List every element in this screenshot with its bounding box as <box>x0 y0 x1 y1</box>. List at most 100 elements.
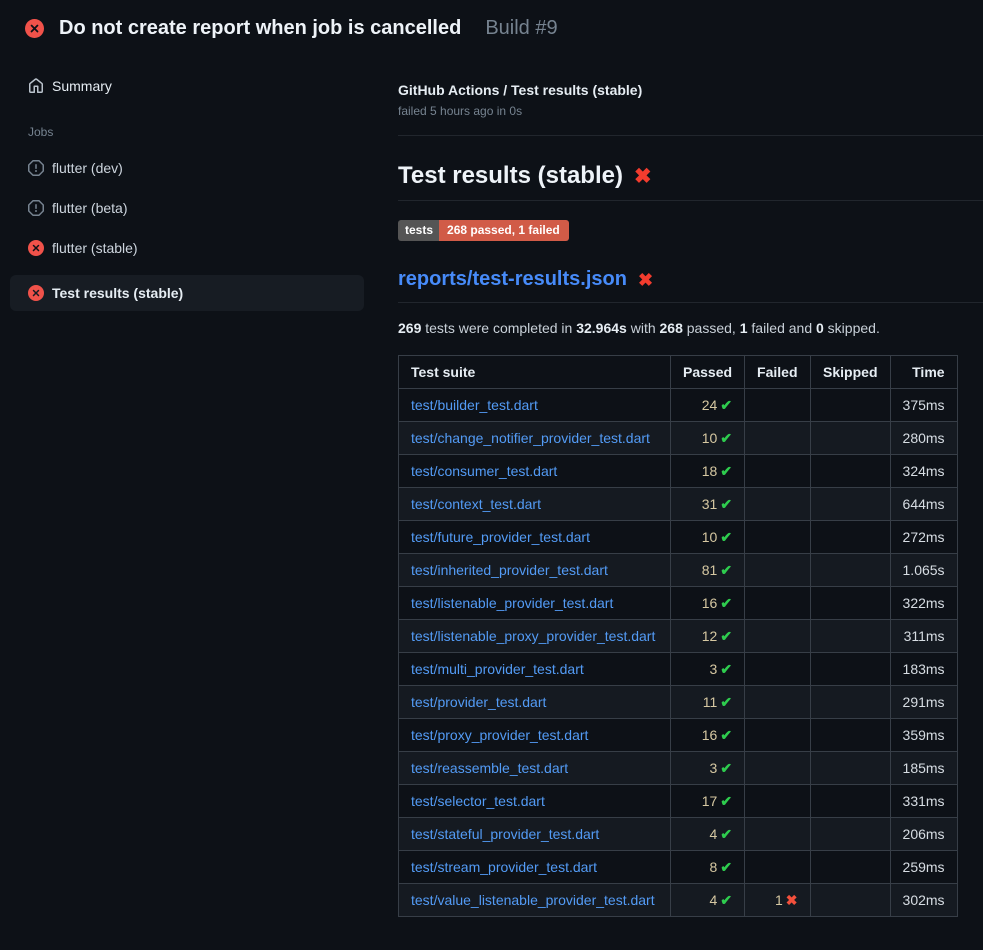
table-row: test/inherited_provider_test.dart 81✔ 1.… <box>399 554 958 587</box>
suite-time: 311ms <box>890 620 957 653</box>
check-icon: ✔ <box>720 463 732 479</box>
suite-link[interactable]: test/consumer_test.dart <box>411 463 557 479</box>
suite-time: 183ms <box>890 653 957 686</box>
suite-link[interactable]: test/builder_test.dart <box>411 397 538 413</box>
suite-time: 322ms <box>890 587 957 620</box>
workflow-run-header: Do not create report when job is cancell… <box>0 0 983 52</box>
suite-time: 644ms <box>890 488 957 521</box>
col-skipped: Skipped <box>810 356 890 389</box>
table-row: test/proxy_provider_test.dart 16✔ 359ms <box>399 719 958 752</box>
suite-link[interactable]: test/provider_test.dart <box>411 694 546 710</box>
check-icon: ✔ <box>720 397 732 413</box>
table-row: test/listenable_proxy_provider_test.dart… <box>399 620 958 653</box>
suite-time: 272ms <box>890 521 957 554</box>
results-summary-text: 269 tests were completed in 32.964s with… <box>398 320 983 336</box>
table-row: test/future_provider_test.dart 10✔ 272ms <box>399 521 958 554</box>
sidebar-item-flutter-stable[interactable]: flutter (stable) <box>10 235 364 261</box>
suite-time: 280ms <box>890 422 957 455</box>
table-row: test/builder_test.dart 24✔ 375ms <box>399 389 958 422</box>
badge-value: 268 passed, 1 failed <box>439 220 569 241</box>
run-build-number: Build #9 <box>485 17 557 40</box>
check-icon: ✔ <box>720 628 732 644</box>
table-row: test/change_notifier_provider_test.dart … <box>399 422 958 455</box>
report-file-link[interactable]: reports/test-results.json <box>398 268 627 291</box>
suite-link[interactable]: test/future_provider_test.dart <box>411 529 590 545</box>
suite-link[interactable]: test/selector_test.dart <box>411 793 545 809</box>
check-icon: ✔ <box>720 826 732 842</box>
tests-status-badge: tests 268 passed, 1 failed <box>398 220 569 241</box>
suite-time: 291ms <box>890 686 957 719</box>
suite-link[interactable]: test/stateful_provider_test.dart <box>411 826 599 842</box>
sidebar-item-flutter-beta[interactable]: flutter (beta) <box>10 195 364 221</box>
header-divider <box>398 135 983 136</box>
suite-link[interactable]: test/listenable_proxy_provider_test.dart <box>411 628 655 644</box>
cross-mark-icon: ✖ <box>634 166 652 187</box>
job-label: Test results (stable) <box>52 285 183 301</box>
jobs-section-label: Jobs <box>0 125 374 139</box>
check-icon: ✔ <box>720 496 732 512</box>
x-circle-fill-icon <box>28 240 44 256</box>
stop-icon <box>28 200 44 216</box>
table-row: test/value_listenable_provider_test.dart… <box>399 884 958 917</box>
sidebar-item-test-results-stable[interactable]: Test results (stable) <box>10 275 364 311</box>
suite-time: 1.065s <box>890 554 957 587</box>
cross-icon: ✖ <box>786 892 798 908</box>
check-icon: ✔ <box>720 892 732 908</box>
suite-time: 331ms <box>890 785 957 818</box>
home-icon <box>28 78 44 94</box>
sidebar-summary-label: Summary <box>52 78 112 94</box>
job-label: flutter (beta) <box>52 200 127 216</box>
stop-icon <box>28 160 44 176</box>
report-heading: reports/test-results.json ✖ <box>398 268 983 303</box>
cross-mark-icon: ✖ <box>638 271 653 289</box>
col-time: Time <box>890 356 957 389</box>
check-icon: ✔ <box>720 661 732 677</box>
col-test-suite: Test suite <box>399 356 671 389</box>
check-icon: ✔ <box>720 727 732 743</box>
suite-link[interactable]: test/inherited_provider_test.dart <box>411 562 608 578</box>
table-row: test/context_test.dart 31✔ 644ms <box>399 488 958 521</box>
suite-link[interactable]: test/multi_provider_test.dart <box>411 661 584 677</box>
check-icon: ✔ <box>720 859 732 875</box>
run-title: Do not create report when job is cancell… <box>59 17 461 40</box>
suite-link[interactable]: test/stream_provider_test.dart <box>411 859 597 875</box>
x-circle-fill-icon <box>28 285 44 301</box>
suite-link[interactable]: test/context_test.dart <box>411 496 541 512</box>
suite-time: 359ms <box>890 719 957 752</box>
check-icon: ✔ <box>720 793 732 809</box>
run-status-text: failed 5 hours ago in 0s <box>398 104 983 118</box>
suite-link[interactable]: test/reassemble_test.dart <box>411 760 568 776</box>
check-run-breadcrumb: GitHub Actions / Test results (stable) <box>398 82 983 98</box>
check-icon: ✔ <box>720 529 732 545</box>
table-row: test/consumer_test.dart 18✔ 324ms <box>399 455 958 488</box>
suite-time: 375ms <box>890 389 957 422</box>
check-icon: ✔ <box>720 760 732 776</box>
section-title: Test results (stable) <box>398 162 623 190</box>
table-row: test/multi_provider_test.dart 3✔ 183ms <box>399 653 958 686</box>
suite-link[interactable]: test/listenable_provider_test.dart <box>411 595 613 611</box>
suite-time: 185ms <box>890 752 957 785</box>
table-row: test/listenable_provider_test.dart 16✔ 3… <box>399 587 958 620</box>
job-label: flutter (stable) <box>52 240 138 256</box>
table-row: test/stateful_provider_test.dart 4✔ 206m… <box>399 818 958 851</box>
table-row: test/reassemble_test.dart 3✔ 185ms <box>399 752 958 785</box>
job-label: flutter (dev) <box>52 160 123 176</box>
table-row: test/provider_test.dart 11✔ 291ms <box>399 686 958 719</box>
suite-link[interactable]: test/proxy_provider_test.dart <box>411 727 588 743</box>
col-passed: Passed <box>671 356 745 389</box>
col-failed: Failed <box>745 356 810 389</box>
section-heading: Test results (stable) ✖ <box>398 162 983 201</box>
sidebar-item-flutter-dev[interactable]: flutter (dev) <box>10 155 364 181</box>
sidebar-item-summary[interactable]: Summary <box>10 73 364 99</box>
suite-link[interactable]: test/change_notifier_provider_test.dart <box>411 430 650 446</box>
suite-time: 206ms <box>890 818 957 851</box>
check-icon: ✔ <box>720 562 732 578</box>
table-row: test/stream_provider_test.dart 8✔ 259ms <box>399 851 958 884</box>
job-detail-panel: GitHub Actions / Test results (stable) f… <box>374 52 983 917</box>
suite-time: 302ms <box>890 884 957 917</box>
run-sidebar: Summary Jobs flutter (dev) flutter (beta… <box>0 52 374 325</box>
suite-link[interactable]: test/value_listenable_provider_test.dart <box>411 892 655 908</box>
table-row: test/selector_test.dart 17✔ 331ms <box>399 785 958 818</box>
table-header-row: Test suite Passed Failed Skipped Time <box>399 356 958 389</box>
check-icon: ✔ <box>720 430 732 446</box>
